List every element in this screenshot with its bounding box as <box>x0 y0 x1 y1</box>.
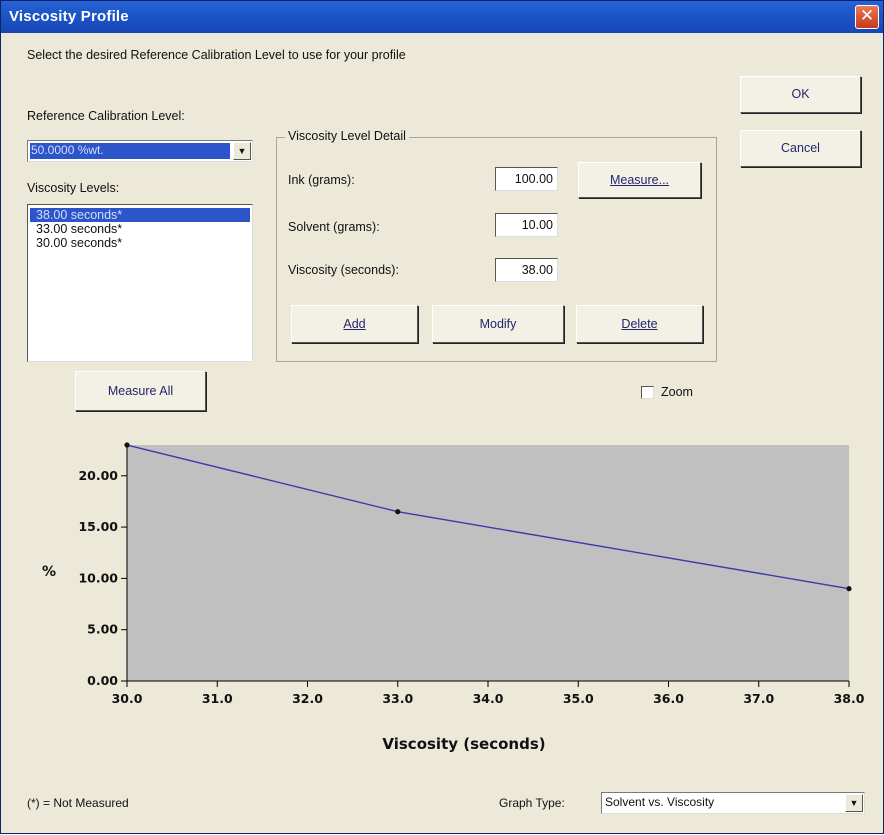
not-measured-footnote: (*) = Not Measured <box>27 796 129 810</box>
data-point <box>846 586 852 592</box>
y-tick-label: 10.00 <box>78 570 118 585</box>
chevron-down-icon[interactable]: ▼ <box>845 794 863 812</box>
y-tick-label: 15.00 <box>78 519 118 534</box>
graph-type-value: Solvent vs. Viscosity <box>605 795 715 809</box>
x-tick-label: 33.0 <box>382 691 413 706</box>
data-point <box>124 442 130 448</box>
plot-area <box>127 445 849 681</box>
x-tick-label: 31.0 <box>202 691 233 706</box>
x-tick-label: 35.0 <box>563 691 594 706</box>
x-tick-label: 38.0 <box>834 691 865 706</box>
graph-type-label: Graph Type: <box>499 796 565 810</box>
viscosity-profile-dialog: Viscosity Profile ✕ Select the desired R… <box>0 0 884 834</box>
x-tick-label: 34.0 <box>473 691 504 706</box>
y-axis-title: % <box>42 564 56 580</box>
x-axis-title: Viscosity (seconds) <box>382 735 545 753</box>
x-tick-label: 30.0 <box>112 691 143 706</box>
y-tick-label: 20.00 <box>78 468 118 483</box>
graph-type-select[interactable]: Solvent vs. Viscosity ▼ <box>601 792 865 814</box>
data-point <box>395 509 401 515</box>
x-tick-label: 37.0 <box>743 691 774 706</box>
viscosity-chart: 30.0 31.0 32.0 33.0 34.0 35.0 36.0 37.0 38.0 0.00… <box>42 442 865 753</box>
x-tick-label: 36.0 <box>653 691 684 706</box>
x-tick-label: 32.0 <box>292 691 323 706</box>
y-tick-label: 5.00 <box>87 622 118 637</box>
y-tick-label: 0.00 <box>87 673 118 688</box>
